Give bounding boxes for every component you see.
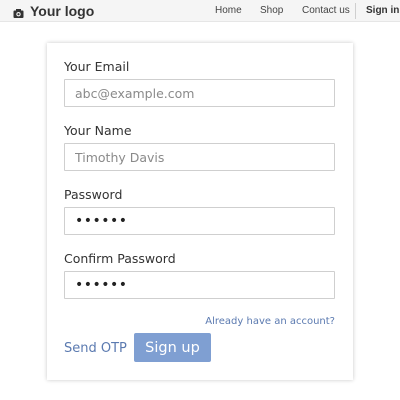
- nav-link-signin[interactable]: Sign in: [366, 5, 399, 16]
- nav-link-home[interactable]: Home: [215, 5, 242, 16]
- top-navbar: Your logo Home Shop Contact us Sign in: [0, 0, 400, 22]
- already-have-account-link[interactable]: Already have an account?: [205, 316, 335, 327]
- password-field[interactable]: [64, 207, 335, 235]
- signup-form-card: Your Email Your Name Password Confirm Pa…: [47, 43, 353, 380]
- name-label: Your Name: [64, 123, 132, 138]
- camera-icon: [13, 6, 24, 18]
- email-field[interactable]: [64, 79, 335, 107]
- nav-divider: [355, 3, 356, 19]
- name-field[interactable]: [64, 143, 335, 171]
- confirm-password-label: Confirm Password: [64, 251, 176, 266]
- confirm-password-field[interactable]: [64, 271, 335, 299]
- signup-button[interactable]: Sign up: [134, 333, 211, 362]
- email-label: Your Email: [64, 59, 130, 74]
- logo[interactable]: Your logo: [13, 3, 94, 19]
- send-otp-link[interactable]: Send OTP: [64, 341, 127, 356]
- password-label: Password: [64, 187, 123, 202]
- nav-link-contact[interactable]: Contact us: [302, 5, 350, 16]
- nav-link-shop[interactable]: Shop: [260, 5, 283, 16]
- logo-text: Your logo: [30, 3, 95, 19]
